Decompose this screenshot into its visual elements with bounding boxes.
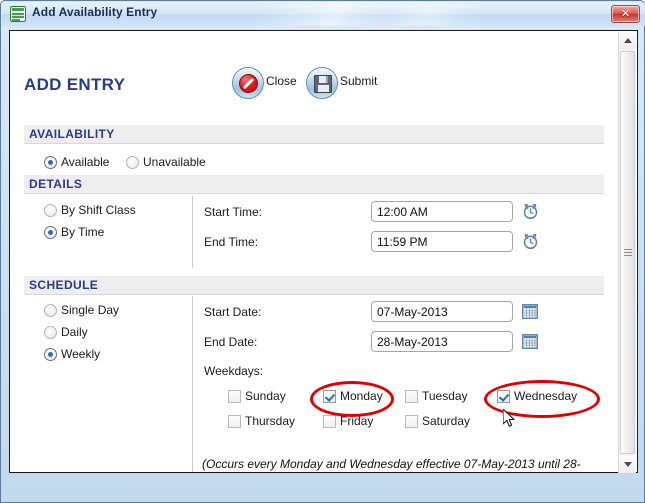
end-date-input[interactable] bbox=[371, 331, 513, 352]
scrollbar-grip-icon bbox=[624, 249, 632, 257]
radio-weekly[interactable] bbox=[44, 348, 57, 361]
section-header-details: DETAILS bbox=[24, 175, 604, 194]
checkbox-monday-label[interactable]: Monday bbox=[340, 389, 383, 403]
calendar-icon[interactable] bbox=[522, 304, 538, 319]
close-icon: ✕ bbox=[612, 6, 639, 22]
radio-unavailable[interactable] bbox=[126, 156, 139, 169]
chevron-up-icon bbox=[624, 38, 632, 43]
recurrence-summary: (Occurs every Monday and Wednesday effec… bbox=[202, 455, 600, 472]
end-time-input[interactable] bbox=[371, 231, 513, 252]
clock-icon[interactable] bbox=[522, 203, 539, 220]
checkbox-thursday[interactable] bbox=[228, 415, 241, 428]
details-divider bbox=[192, 196, 193, 268]
checkbox-wednesday[interactable] bbox=[497, 390, 510, 403]
radio-by-time[interactable] bbox=[44, 226, 57, 239]
end-time-label: End Time: bbox=[204, 235, 258, 249]
radio-single-day-label[interactable]: Single Day bbox=[61, 303, 119, 317]
scrollbar-thumb[interactable] bbox=[620, 51, 635, 454]
checkbox-monday[interactable] bbox=[323, 390, 336, 403]
chevron-down-icon bbox=[624, 462, 632, 467]
dialog-client-area: ADD ENTRY Close Submit AVAILABILITY bbox=[9, 30, 638, 473]
checkbox-sunday[interactable] bbox=[228, 390, 241, 403]
submit-button-label: Submit bbox=[340, 74, 377, 88]
radio-daily-label[interactable]: Daily bbox=[61, 325, 88, 339]
form-content: ADD ENTRY Close Submit AVAILABILITY bbox=[10, 31, 618, 472]
checkbox-thursday-label[interactable]: Thursday bbox=[245, 414, 295, 428]
radio-weekly-label[interactable]: Weekly bbox=[61, 347, 100, 361]
checkbox-saturday[interactable] bbox=[405, 415, 418, 428]
checkbox-friday-label[interactable]: Friday bbox=[340, 414, 373, 428]
radio-by-shift-class[interactable] bbox=[44, 204, 57, 217]
start-date-input[interactable] bbox=[371, 301, 513, 322]
checkbox-tuesday-label[interactable]: Tuesday bbox=[422, 389, 468, 403]
no-entry-icon bbox=[239, 74, 258, 93]
start-time-label: Start Time: bbox=[204, 205, 262, 219]
radio-unavailable-label[interactable]: Unavailable bbox=[143, 155, 206, 169]
checkbox-tuesday[interactable] bbox=[405, 390, 418, 403]
section-header-availability: AVAILABILITY bbox=[24, 125, 604, 144]
vertical-scrollbar[interactable] bbox=[618, 32, 636, 473]
mouse-cursor bbox=[503, 409, 517, 429]
end-date-label: End Date: bbox=[204, 335, 257, 349]
section-header-schedule-label: SCHEDULE bbox=[29, 278, 98, 292]
radio-available[interactable] bbox=[44, 156, 57, 169]
title-bar: Add Availability Entry ✕ bbox=[2, 2, 645, 26]
dialog-window: Add Availability Entry ✕ ADD ENTRY Close bbox=[0, 0, 645, 503]
checkbox-friday[interactable] bbox=[323, 415, 336, 428]
checkbox-wednesday-label[interactable]: Wednesday bbox=[514, 389, 577, 403]
section-header-details-label: DETAILS bbox=[29, 177, 82, 191]
checkbox-sunday-label[interactable]: Sunday bbox=[245, 389, 286, 403]
scroll-up-button[interactable] bbox=[619, 32, 636, 49]
section-header-availability-label: AVAILABILITY bbox=[29, 127, 115, 141]
document-list-icon bbox=[10, 6, 26, 22]
start-date-label: Start Date: bbox=[204, 305, 261, 319]
radio-daily[interactable] bbox=[44, 326, 57, 339]
save-floppy-icon bbox=[314, 75, 332, 93]
calendar-icon[interactable] bbox=[522, 334, 538, 349]
close-button-bezel bbox=[232, 67, 264, 99]
radio-by-time-label[interactable]: By Time bbox=[61, 225, 104, 239]
clock-icon[interactable] bbox=[522, 233, 539, 250]
window-close-button[interactable]: ✕ bbox=[611, 5, 640, 23]
start-time-input[interactable] bbox=[371, 201, 513, 222]
weekdays-label: Weekdays: bbox=[204, 364, 263, 378]
scroll-down-button[interactable] bbox=[619, 456, 636, 473]
radio-by-shift-class-label[interactable]: By Shift Class bbox=[61, 203, 136, 217]
radio-available-label[interactable]: Available bbox=[61, 155, 109, 169]
radio-single-day[interactable] bbox=[44, 304, 57, 317]
page-title: ADD ENTRY bbox=[24, 75, 125, 95]
close-button-label: Close bbox=[266, 74, 297, 88]
section-header-schedule: SCHEDULE bbox=[24, 276, 604, 295]
schedule-divider bbox=[192, 296, 193, 472]
checkbox-saturday-label[interactable]: Saturday bbox=[422, 414, 470, 428]
window-title: Add Availability Entry bbox=[32, 5, 157, 19]
submit-button-bezel bbox=[306, 67, 338, 99]
